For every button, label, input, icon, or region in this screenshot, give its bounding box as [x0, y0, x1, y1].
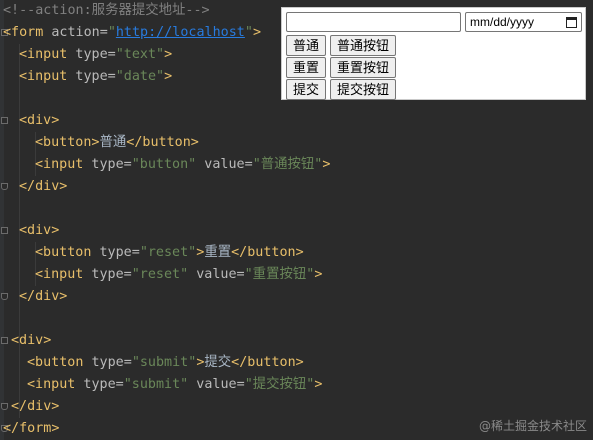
- code-tag: <input: [27, 377, 76, 392]
- code-attr: type=: [83, 355, 132, 370]
- code-line-comment: <!--action:服务器提交地址-->: [0, 0, 210, 22]
- code-text: 提交: [204, 355, 232, 370]
- text-input[interactable]: [286, 12, 461, 32]
- code-string: "button": [131, 157, 197, 172]
- code-string: ": [244, 25, 253, 40]
- code-tag: <button: [35, 245, 92, 260]
- input-reset-button[interactable]: 重置按钮: [330, 57, 397, 78]
- code-tag: >: [314, 267, 323, 282]
- code-string: "text": [115, 47, 165, 62]
- code-tag: <input: [19, 69, 68, 84]
- code-line-div3-close: </div>: [0, 396, 59, 418]
- preview-row-submit: 提交 提交按钮: [286, 79, 397, 100]
- reset-button[interactable]: 重置: [286, 57, 327, 78]
- input-button[interactable]: 普通按钮: [330, 35, 397, 56]
- code-tag: >: [164, 69, 173, 84]
- code-line-div3-open: <div>: [0, 330, 51, 352]
- code-tag: >: [322, 157, 331, 172]
- code-tag: </form>: [3, 421, 60, 436]
- code-string: "reset": [131, 267, 189, 282]
- date-input[interactable]: mm/dd/yyyy: [465, 12, 582, 32]
- code-line-div2-open: <div>: [0, 220, 59, 242]
- code-string: "普通按钮": [252, 157, 323, 172]
- preview-row-inputs: mm/dd/yyyy: [286, 12, 582, 32]
- code-tag: </button>: [231, 245, 304, 260]
- code-line-input-reset: <input type= "reset" value= "重置按钮" >: [0, 264, 322, 286]
- code-attr: type=: [91, 245, 140, 260]
- code-tag: </div>: [19, 179, 68, 194]
- code-tag: <button: [27, 355, 84, 370]
- preview-row-reset: 重置 重置按钮: [286, 57, 397, 78]
- submit-button[interactable]: 提交: [286, 79, 327, 100]
- code-line-div2-close: </div>: [0, 286, 67, 308]
- code-tag: </div>: [19, 289, 68, 304]
- code-attr: value=: [188, 377, 245, 392]
- browser-preview: mm/dd/yyyy 普通 普通按钮 重置 重置按钮 提交 提交按钮: [281, 7, 586, 100]
- code-tag: <input: [19, 47, 68, 62]
- code-string: ": [107, 25, 116, 40]
- code-line-button-plain: <button> 普通 </button>: [0, 132, 199, 154]
- code-tag: >: [252, 25, 261, 40]
- code-tag: >: [314, 377, 323, 392]
- code-string: "reset": [139, 245, 197, 260]
- code-attr: type=: [67, 69, 116, 84]
- code-tag: </button>: [231, 355, 304, 370]
- plain-button[interactable]: 普通: [286, 35, 327, 56]
- code-attr: type=: [83, 267, 132, 282]
- code-attr: action=: [43, 25, 108, 40]
- code-line-div1-open: <div>: [0, 110, 59, 132]
- input-submit-button[interactable]: 提交按钮: [330, 79, 397, 100]
- code-tag: <div>: [11, 333, 52, 348]
- code-tag: <div>: [19, 113, 60, 128]
- code-tag: <button>: [35, 135, 100, 150]
- code-tag: <div>: [19, 223, 60, 238]
- code-line-input-text: <input type= "text" >: [0, 44, 172, 66]
- code-line-button-submit: <button type= "submit" > 提交 </button>: [0, 352, 304, 374]
- calendar-icon[interactable]: [566, 16, 577, 28]
- code-line-form-close: </form>: [0, 418, 59, 440]
- code-line-input-date: <input type= "date" >: [0, 66, 172, 88]
- code-text: 普通: [99, 135, 127, 150]
- code-string: "submit": [131, 355, 197, 370]
- code-tag: >: [196, 245, 205, 260]
- code-line-div1-close: </div>: [0, 176, 67, 198]
- code-line-input-submit: <input type= "submit" value= "提交按钮" >: [0, 374, 322, 396]
- code-tag: >: [164, 47, 173, 62]
- code-tag: <input: [35, 267, 84, 282]
- code-text: 重置: [204, 245, 232, 260]
- code-attr: type=: [67, 47, 116, 62]
- code-line-form-open: <form action= " http://localhost " >: [0, 22, 261, 44]
- code-string: "date": [115, 69, 165, 84]
- code-tag: >: [196, 355, 205, 370]
- code-url-link[interactable]: http://localhost: [116, 22, 245, 44]
- code-tag: </button>: [126, 135, 199, 150]
- code-attr: type=: [83, 157, 132, 172]
- date-placeholder: mm/dd/yyyy: [470, 15, 535, 29]
- watermark: @稀土掘金技术社区: [478, 419, 587, 433]
- code-string: "重置按钮": [244, 267, 315, 282]
- preview-row-plain: 普通 普通按钮: [286, 35, 397, 56]
- code-tag: <input: [35, 157, 84, 172]
- code-comment: <!--action:服务器提交地址-->: [3, 3, 210, 18]
- code-tag: <form: [3, 25, 44, 40]
- code-attr: type=: [75, 377, 124, 392]
- code-attr: value=: [196, 157, 253, 172]
- code-tag: </div>: [11, 399, 60, 414]
- code-string: "submit": [123, 377, 189, 392]
- code-line-input-button: <input type= "button" value= "普通按钮" >: [0, 154, 330, 176]
- code-line-button-reset: <button type= "reset" > 重置 </button>: [0, 242, 304, 264]
- code-string: "提交按钮": [244, 377, 315, 392]
- code-attr: value=: [188, 267, 245, 282]
